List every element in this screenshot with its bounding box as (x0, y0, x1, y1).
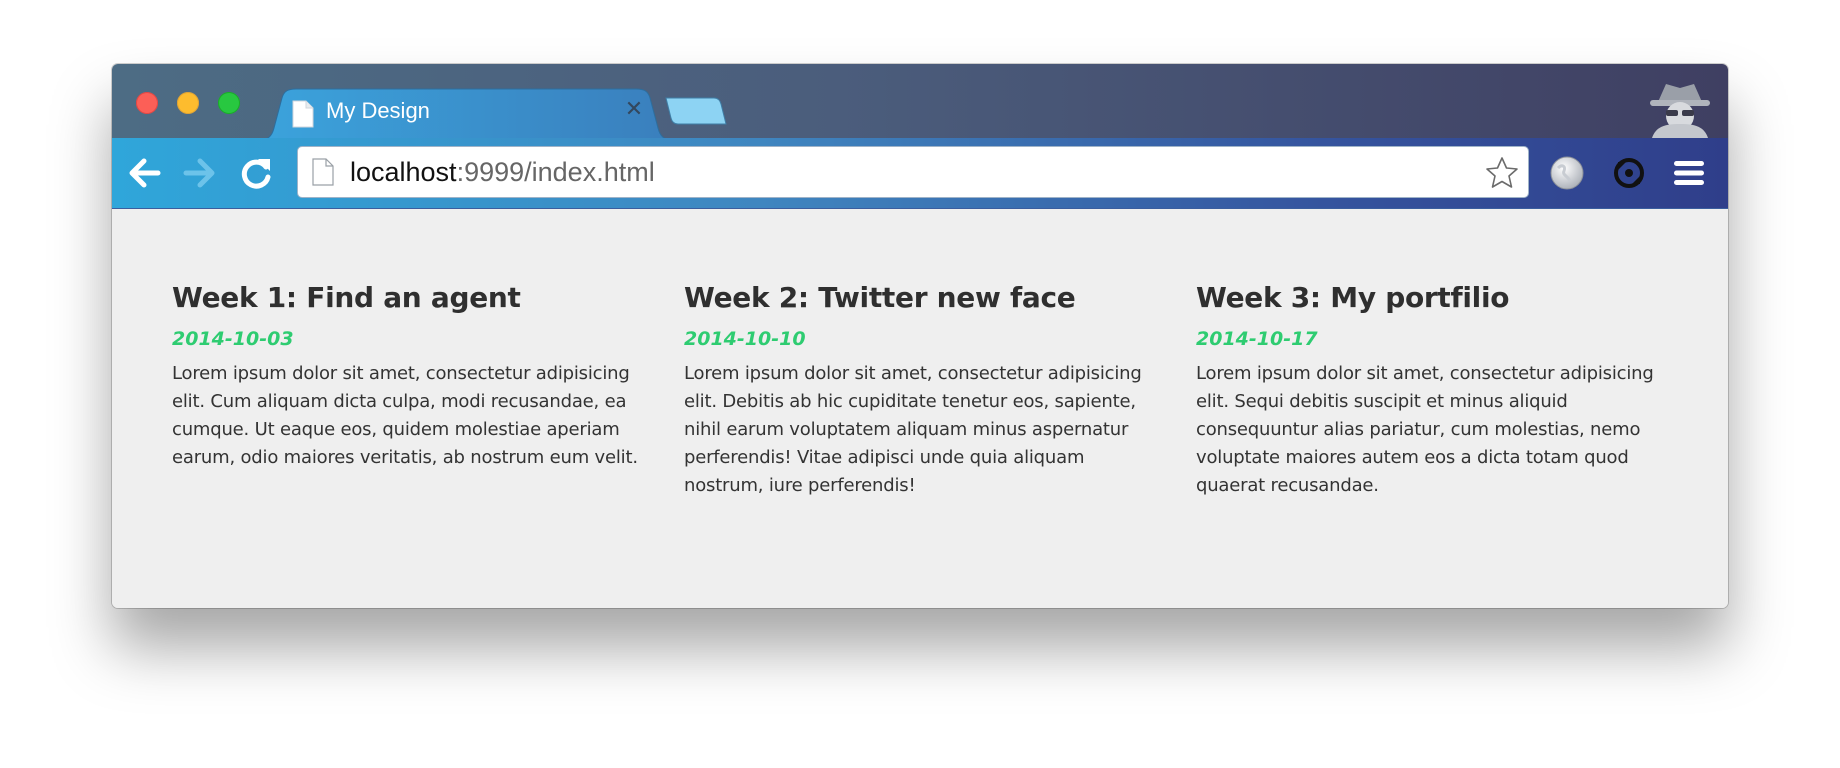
post-week-1: Week 1: Find an agent 2014-10-03 Lorem i… (172, 281, 642, 472)
browser-toolbar: localhost:9999/index.html (112, 138, 1728, 209)
back-arrow-icon[interactable] (124, 153, 164, 193)
sync-icon[interactable] (1610, 154, 1648, 192)
forward-arrow-icon[interactable] (180, 153, 220, 193)
address-bar[interactable]: localhost:9999/index.html (297, 146, 1529, 198)
post-date: 2014-10-17 (1196, 328, 1318, 350)
new-tab-button[interactable] (664, 96, 730, 140)
title-bar: My Design ✕ (112, 64, 1728, 140)
url-host: localhost (350, 157, 457, 187)
page-icon (312, 158, 334, 186)
post-week-3: Week 3: My portfilio 2014-10-17 Lorem ip… (1196, 281, 1666, 500)
post-date: 2014-10-03 (172, 328, 294, 350)
close-window-button[interactable] (136, 92, 158, 114)
post-title: Week 1: Find an agent (172, 281, 521, 314)
post-title: Week 3: My portfilio (1196, 281, 1510, 314)
url-text[interactable]: localhost:9999/index.html (350, 157, 655, 188)
tab-title: My Design (326, 98, 430, 123)
tab-shape (260, 88, 672, 140)
post-week-2: Week 2: Twitter new face 2014-10-10 Lore… (684, 281, 1154, 500)
post-body: Lorem ipsum dolor sit amet, consectetur … (1196, 363, 1654, 496)
post-body: Lorem ipsum dolor sit amet, consectetur … (684, 363, 1142, 496)
url-path: :9999/index.html (456, 157, 655, 187)
page-content: Week 1: Find an agent 2014-10-03 Lorem i… (112, 209, 1728, 608)
page-icon (292, 100, 314, 128)
minimize-window-button[interactable] (177, 92, 199, 114)
tab-my-design[interactable]: My Design ✕ (260, 88, 672, 140)
star-icon[interactable] (1484, 155, 1520, 191)
post-body: Lorem ipsum dolor sit amet, consectetur … (172, 363, 638, 468)
incognito-icon (1650, 84, 1710, 138)
post-date: 2014-10-10 (684, 328, 806, 350)
menu-icon[interactable] (1670, 154, 1708, 192)
close-tab-icon[interactable]: ✕ (620, 96, 648, 124)
reload-icon[interactable] (236, 153, 276, 193)
browser-window: My Design ✕ localhost:9999/index.html We… (112, 64, 1728, 608)
post-title: Week 2: Twitter new face (684, 281, 1076, 314)
globe-icon[interactable] (1548, 154, 1586, 192)
maximize-window-button[interactable] (218, 92, 240, 114)
